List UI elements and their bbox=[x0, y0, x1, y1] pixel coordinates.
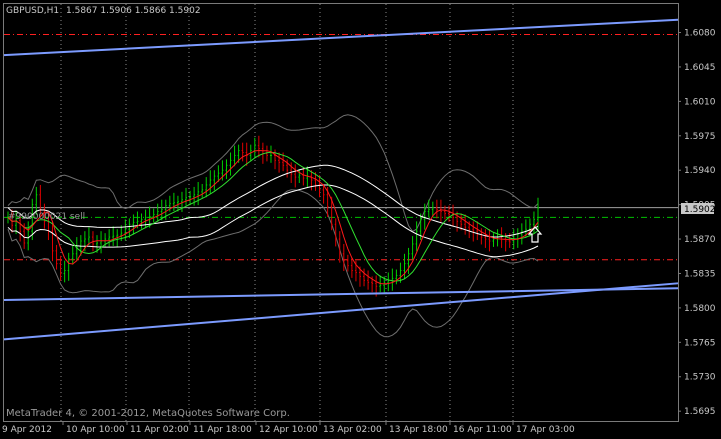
candles bbox=[7, 135, 539, 297]
x-tick-label: 16 Apr 11:00 bbox=[453, 425, 512, 435]
envelope-lower bbox=[7, 184, 539, 258]
ohlc-values: 1.5867 1.5906 1.5866 1.5902 bbox=[66, 6, 201, 16]
lower-band bbox=[7, 189, 539, 338]
price-axis: 1.60801.60451.60101.59751.59401.59051.58… bbox=[678, 29, 716, 417]
copyright-text: MetaTrader 4, © 2001-2012, MetaQuotes So… bbox=[6, 408, 290, 419]
y-tick-label: 1.6010 bbox=[684, 97, 716, 107]
symbol-label: GBPUSD,H1 bbox=[6, 6, 59, 16]
x-tick-label: 17 Apr 03:00 bbox=[516, 425, 575, 435]
y-tick-label: 1.5695 bbox=[684, 407, 716, 417]
time-axis: 9 Apr 2012 10 Apr 10:00 11 Apr 02:00 11 Apr… bbox=[2, 421, 575, 435]
current-price-label: 1.5902 bbox=[684, 205, 716, 215]
plot-frame bbox=[3, 3, 679, 422]
y-tick-label: 1.5870 bbox=[684, 235, 716, 245]
order-label: #990000021 sell bbox=[8, 212, 85, 222]
y-tick-label: 1.5940 bbox=[684, 166, 716, 176]
y-tick-label: 1.6045 bbox=[684, 63, 716, 73]
x-tick-label: 11 Apr 18:00 bbox=[193, 425, 252, 435]
y-tick-label: 1.5765 bbox=[684, 338, 716, 348]
x-tick-label: 13 Apr 02:00 bbox=[323, 425, 382, 435]
x-tick-label: 10 Apr 10:00 bbox=[66, 425, 125, 435]
x-tick-label: 11 Apr 02:00 bbox=[130, 425, 189, 435]
envelope-upper bbox=[7, 164, 539, 238]
y-tick-label: 1.5730 bbox=[684, 373, 716, 383]
y-tick-label: 1.5800 bbox=[684, 304, 716, 314]
horizontal-levels bbox=[4, 33, 678, 261]
x-tick-label: 12 Apr 10:00 bbox=[259, 425, 318, 435]
y-tick-label: 1.5975 bbox=[684, 132, 716, 142]
x-tick-label: 13 Apr 18:00 bbox=[389, 425, 448, 435]
y-tick-label: 1.5835 bbox=[684, 269, 716, 279]
bollinger-bands bbox=[7, 114, 539, 338]
trend-line-upper-channel[interactable] bbox=[3, 18, 679, 57]
chart-canvas[interactable]: 1.60801.60451.60101.59751.59401.59051.58… bbox=[0, 0, 721, 439]
x-tick-label: 9 Apr 2012 bbox=[2, 425, 52, 435]
y-tick-label: 1.6080 bbox=[684, 29, 716, 39]
trend-line-support-line[interactable] bbox=[3, 287, 679, 302]
price-chart[interactable]: 1.60801.60451.60101.59751.59401.59051.58… bbox=[0, 0, 721, 439]
